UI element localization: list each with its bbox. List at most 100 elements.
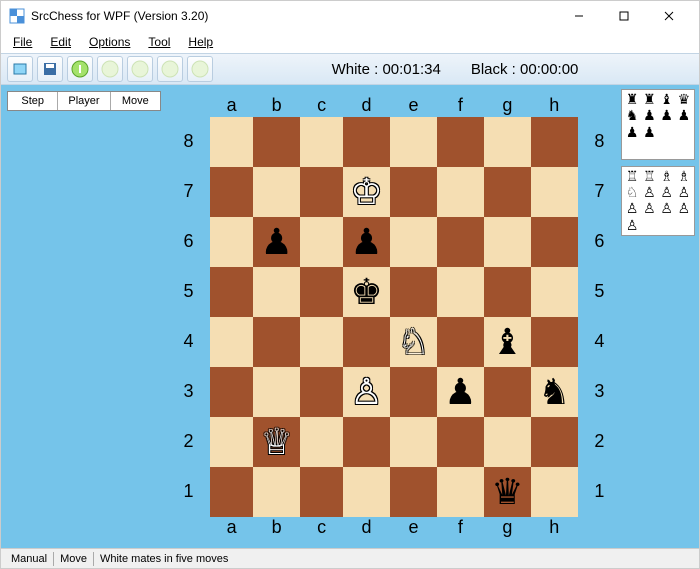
square-b5[interactable] — [253, 267, 300, 317]
menu-file[interactable]: File — [5, 33, 40, 51]
square-e3[interactable] — [390, 367, 437, 417]
menu-edit[interactable]: Edit — [42, 33, 79, 51]
square-d8[interactable] — [343, 117, 390, 167]
square-d3[interactable]: ♙ — [343, 367, 390, 417]
piece[interactable]: ♔ — [350, 174, 382, 210]
square-a3[interactable] — [210, 367, 253, 417]
square-h3[interactable]: ♞ — [531, 367, 578, 417]
square-f4[interactable] — [437, 317, 484, 367]
tool-load[interactable] — [7, 56, 33, 82]
square-b6[interactable]: ♟ — [253, 217, 300, 267]
square-d6[interactable]: ♟ — [343, 217, 390, 267]
piece[interactable]: ♚ — [350, 274, 382, 310]
captured-piece: ♛ — [676, 92, 692, 107]
piece[interactable]: ♘ — [397, 324, 429, 360]
square-h5[interactable] — [531, 267, 578, 317]
piece[interactable]: ♝ — [491, 324, 523, 360]
square-d2[interactable] — [343, 417, 390, 467]
square-g3[interactable] — [484, 367, 531, 417]
square-c7[interactable] — [300, 167, 343, 217]
square-a6[interactable] — [210, 217, 253, 267]
square-e4[interactable]: ♘ — [390, 317, 437, 367]
menu-help[interactable]: Help — [180, 33, 221, 51]
chess-board[interactable]: abcdefgh887♔76♟♟65♚54♘♝43♙♟♞32♕21♛1abcde… — [167, 95, 621, 539]
square-f7[interactable] — [437, 167, 484, 217]
square-e2[interactable] — [390, 417, 437, 467]
square-f1[interactable] — [437, 467, 484, 517]
rank-label: 5 — [578, 267, 621, 317]
square-h1[interactable] — [531, 467, 578, 517]
square-h7[interactable] — [531, 167, 578, 217]
square-g8[interactable] — [484, 117, 531, 167]
tool-play[interactable] — [187, 56, 213, 82]
minimize-button[interactable] — [556, 2, 601, 30]
tool-hint[interactable] — [67, 56, 93, 82]
square-g2[interactable] — [484, 417, 531, 467]
tool-redo[interactable] — [127, 56, 153, 82]
status-message: White mates in five moves — [94, 553, 234, 565]
square-e6[interactable] — [390, 217, 437, 267]
rank-label: 2 — [167, 417, 210, 467]
piece[interactable]: ♙ — [350, 374, 382, 410]
square-b1[interactable] — [253, 467, 300, 517]
file-label: c — [300, 517, 343, 539]
square-f3[interactable]: ♟ — [437, 367, 484, 417]
close-button[interactable] — [646, 2, 691, 30]
square-b2[interactable]: ♕ — [253, 417, 300, 467]
square-c5[interactable] — [300, 267, 343, 317]
square-g7[interactable] — [484, 167, 531, 217]
square-d1[interactable] — [343, 467, 390, 517]
tool-save[interactable] — [37, 56, 63, 82]
square-f8[interactable] — [437, 117, 484, 167]
square-b8[interactable] — [253, 117, 300, 167]
square-d5[interactable]: ♚ — [343, 267, 390, 317]
piece[interactable]: ♟ — [261, 224, 293, 260]
square-e1[interactable] — [390, 467, 437, 517]
square-h4[interactable] — [531, 317, 578, 367]
square-g4[interactable]: ♝ — [484, 317, 531, 367]
square-a7[interactable] — [210, 167, 253, 217]
square-a8[interactable] — [210, 117, 253, 167]
square-g5[interactable] — [484, 267, 531, 317]
toolbar: White : 00:01:34 Black : 00:00:00 — [1, 53, 699, 85]
piece[interactable]: ♞ — [538, 374, 570, 410]
piece[interactable]: ♟ — [350, 224, 382, 260]
square-c6[interactable] — [300, 217, 343, 267]
square-e7[interactable] — [390, 167, 437, 217]
square-h6[interactable] — [531, 217, 578, 267]
square-c3[interactable] — [300, 367, 343, 417]
square-c1[interactable] — [300, 467, 343, 517]
square-f6[interactable] — [437, 217, 484, 267]
square-e5[interactable] — [390, 267, 437, 317]
maximize-button[interactable] — [601, 2, 646, 30]
square-a5[interactable] — [210, 267, 253, 317]
square-b3[interactable] — [253, 367, 300, 417]
square-c8[interactable] — [300, 117, 343, 167]
square-a2[interactable] — [210, 417, 253, 467]
square-h2[interactable] — [531, 417, 578, 467]
square-d7[interactable]: ♔ — [343, 167, 390, 217]
piece[interactable]: ♛ — [491, 474, 523, 510]
square-e8[interactable] — [390, 117, 437, 167]
square-g6[interactable] — [484, 217, 531, 267]
square-c2[interactable] — [300, 417, 343, 467]
square-a4[interactable] — [210, 317, 253, 367]
square-b4[interactable] — [253, 317, 300, 367]
square-a1[interactable] — [210, 467, 253, 517]
square-f2[interactable] — [437, 417, 484, 467]
square-c4[interactable] — [300, 317, 343, 367]
tool-stop[interactable] — [157, 56, 183, 82]
piece[interactable]: ♟ — [444, 374, 476, 410]
square-f5[interactable] — [437, 267, 484, 317]
menu-options[interactable]: Options — [81, 33, 138, 51]
tool-undo[interactable] — [97, 56, 123, 82]
file-label: b — [253, 95, 300, 117]
square-g1[interactable]: ♛ — [484, 467, 531, 517]
square-d4[interactable] — [343, 317, 390, 367]
captured-white-box: ♖♖♗♗♘♙♙♙♙♙♙♙♙ — [621, 166, 695, 237]
file-label: h — [531, 95, 578, 117]
piece[interactable]: ♕ — [261, 424, 293, 460]
menu-tool[interactable]: Tool — [140, 33, 178, 51]
square-h8[interactable] — [531, 117, 578, 167]
square-b7[interactable] — [253, 167, 300, 217]
